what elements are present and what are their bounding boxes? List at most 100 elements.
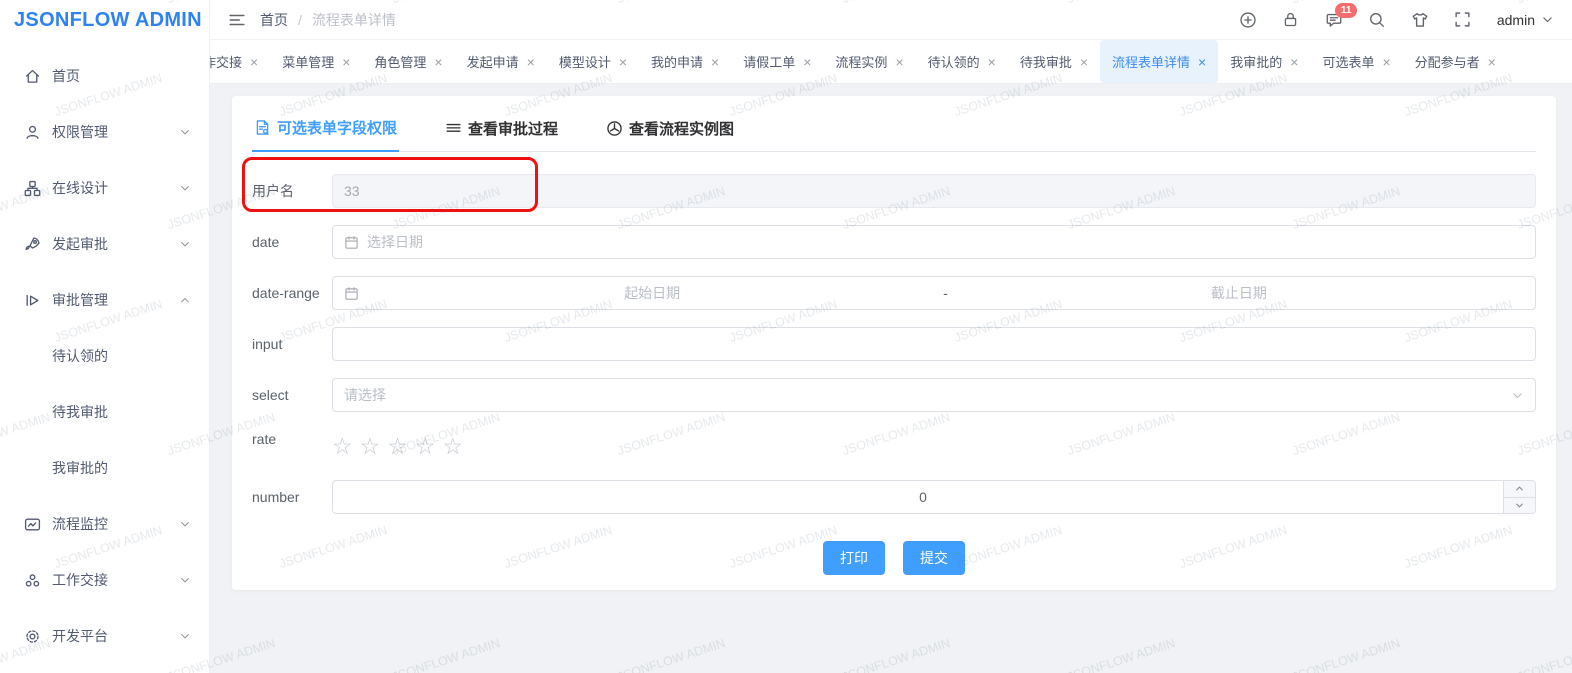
open-tab[interactable]: 流程表单详情× (1100, 40, 1218, 83)
sidebar-collapse-icon[interactable] (228, 11, 246, 29)
username-label: 用户名 (252, 181, 332, 201)
submit-button[interactable]: 提交 (903, 541, 965, 575)
content-area: 可选表单字段权限查看审批过程查看流程实例图 用户名 33 date (210, 84, 1572, 673)
form-row-select: select 请选择 (252, 378, 1536, 412)
sidebar-item-label: 我审批的 (52, 458, 108, 478)
lock-icon[interactable] (1282, 11, 1300, 29)
sidebar-item[interactable]: 首页 (0, 48, 209, 104)
open-tab[interactable]: 待我审批× (1008, 40, 1100, 83)
print-button[interactable]: 打印 (823, 541, 885, 575)
tab-close-icon[interactable]: × (342, 54, 350, 70)
sidebar-item-label: 待认领的 (52, 346, 108, 366)
chevron-down-icon (179, 238, 191, 250)
breadcrumb-separator: / (298, 12, 302, 28)
number-input[interactable]: 0 (332, 480, 1536, 514)
tab-close-icon[interactable]: × (803, 54, 811, 70)
daterange-end-placeholder: 截止日期 (954, 283, 1524, 303)
sidebar-item[interactable]: 我审批的 (0, 440, 209, 496)
open-tab[interactable]: 菜单管理× (270, 40, 362, 83)
breadcrumb-home[interactable]: 首页 (260, 10, 288, 30)
open-tab-label: 我的申请 (651, 52, 703, 71)
message-icon[interactable]: 11 (1325, 11, 1343, 29)
daterange-separator: - (937, 285, 954, 301)
tab-close-icon[interactable]: × (527, 54, 535, 70)
star-icon[interactable]: ☆ (387, 435, 408, 458)
chevron-down-icon (179, 182, 191, 194)
sidebar-item[interactable]: 在线设计 (0, 160, 209, 216)
star-icon[interactable]: ☆ (443, 435, 464, 458)
detail-tab[interactable]: 查看流程实例图 (604, 110, 736, 151)
star-icon[interactable]: ☆ (360, 435, 381, 458)
cycle-icon (606, 120, 623, 137)
theme-tshirt-icon[interactable] (1411, 11, 1429, 29)
tab-close-icon[interactable]: × (895, 54, 903, 70)
open-tab[interactable]: 我审批的× (1218, 40, 1310, 83)
sidebar-item[interactable]: 待认领的 (0, 328, 209, 384)
tab-close-icon[interactable]: × (1290, 54, 1298, 70)
open-tab[interactable]: 角色管理× (362, 40, 454, 83)
sidebar-item[interactable]: 权限管理 (0, 104, 209, 160)
detail-tab-label: 查看流程实例图 (629, 118, 734, 139)
sidebar-item[interactable]: 开发平台 (0, 608, 209, 664)
select-placeholder: 请选择 (344, 385, 386, 405)
tab-close-icon[interactable]: × (1488, 54, 1496, 70)
sidebar-item[interactable]: 待我审批 (0, 384, 209, 440)
open-tab-label: 分配参与者 (1415, 52, 1480, 71)
user-menu[interactable]: admin (1497, 12, 1554, 28)
star-icon[interactable]: ☆ (415, 435, 436, 458)
open-tab[interactable]: 工作交接× (210, 40, 270, 83)
select-input[interactable]: 请选择 (332, 378, 1536, 412)
chevron-down-icon (179, 126, 191, 138)
open-tab-label: 待认领的 (928, 52, 980, 71)
open-tab[interactable]: 可选表单 × (1310, 40, 1402, 83)
tab-close-icon[interactable]: × (619, 54, 627, 70)
tab-close-icon[interactable]: × (250, 54, 258, 70)
sidebar-item[interactable]: 发起审批 (0, 216, 209, 272)
sidebar-item[interactable]: 工作交接 (0, 552, 209, 608)
tab-close-icon[interactable]: × (711, 54, 719, 70)
text-input[interactable] (332, 327, 1536, 361)
open-tab[interactable]: 模型设计× (547, 40, 639, 83)
chevron-down-icon (179, 574, 191, 586)
username-input[interactable]: 33 (332, 174, 1536, 208)
open-tab[interactable]: 我的申请 × (639, 40, 731, 83)
doc-icon (254, 119, 271, 136)
sidebar-item-label: 首页 (52, 66, 80, 86)
fullscreen-icon[interactable] (1454, 11, 1472, 29)
daterange-input[interactable]: 起始日期 - 截止日期 (332, 276, 1536, 310)
user-name: admin (1497, 12, 1535, 28)
open-tab-label: 可选表单 (1322, 52, 1374, 71)
button-row: 打印 提交 (252, 541, 1536, 575)
date-input[interactable]: 选择日期 (332, 225, 1536, 259)
detail-tab[interactable]: 可选表单字段权限 (252, 110, 399, 152)
sidebar-item[interactable]: 审批管理 (0, 272, 209, 328)
open-tab[interactable]: 请假工单× (731, 40, 823, 83)
open-tab[interactable]: 待认领的 × (916, 40, 1008, 83)
plus-circle-icon[interactable] (1239, 11, 1257, 29)
tab-close-icon[interactable]: × (1382, 54, 1390, 70)
tab-close-icon[interactable]: × (988, 54, 996, 70)
detail-tab[interactable]: 查看审批过程 (443, 110, 560, 151)
sidebar-item[interactable]: 流程监控 (0, 496, 209, 552)
tab-close-icon[interactable]: × (1080, 54, 1088, 70)
monitor-icon (24, 516, 41, 533)
open-tab[interactable]: 分配参与者 × (1403, 40, 1508, 83)
chevron-down-icon (1541, 13, 1554, 26)
open-tab-label: 发起申请 (467, 52, 519, 71)
open-tab[interactable]: 流程实例× (823, 40, 915, 83)
app-logo: JSONFLOW ADMIN (0, 0, 209, 40)
tab-close-icon[interactable]: × (434, 54, 442, 70)
select-label: select (252, 387, 332, 403)
form-row-number: number 0 (252, 480, 1536, 514)
search-icon[interactable] (1368, 11, 1386, 29)
form-row-input: input (252, 327, 1536, 361)
spinner-up-icon[interactable] (1504, 481, 1535, 498)
open-tab[interactable]: 发起申请 × (455, 40, 547, 83)
star-icon[interactable]: ☆ (332, 435, 353, 458)
lines-icon (445, 120, 462, 137)
detail-tab-label: 可选表单字段权限 (277, 117, 397, 138)
tab-close-icon[interactable]: × (1198, 54, 1206, 70)
spinner-down-icon[interactable] (1504, 498, 1535, 514)
breadcrumb-current: 流程表单详情 (312, 10, 396, 30)
detail-tabs: 可选表单字段权限 查看审批过程 查看流程实例图 (252, 110, 1536, 152)
